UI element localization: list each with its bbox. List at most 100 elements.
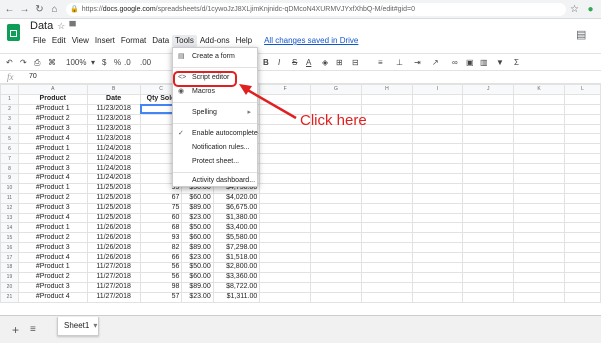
table-cell[interactable]: $3,360.00: [212, 271, 261, 283]
table-cell[interactable]: $60.00: [181, 232, 214, 244]
table-cell[interactable]: [310, 222, 362, 234]
menu-item-activity-dashboard[interactable]: Activity dashboard...: [173, 175, 257, 187]
table-cell[interactable]: [462, 113, 515, 125]
table-cell[interactable]: [563, 182, 601, 194]
sheet-tab[interactable]: Sheet1 ▾: [57, 317, 99, 336]
row-number[interactable]: 3: [0, 113, 19, 125]
table-cell[interactable]: [513, 281, 565, 293]
table-cell[interactable]: [360, 202, 413, 214]
table-cell[interactable]: [513, 262, 565, 273]
table-cell[interactable]: [411, 291, 464, 303]
table-cell[interactable]: 11/23/2018: [86, 133, 141, 145]
table-cell[interactable]: [563, 93, 601, 105]
reload-icon[interactable]: ↻: [33, 3, 46, 16]
text-color-button[interactable]: A: [306, 56, 311, 69]
table-cell[interactable]: [462, 252, 515, 264]
star-doc-icon[interactable]: ☆: [57, 21, 65, 31]
table-cell[interactable]: $23.00: [181, 291, 214, 303]
document-title-text[interactable]: Data: [30, 20, 53, 32]
table-cell[interactable]: 11/27/2018: [86, 262, 141, 273]
table-cell[interactable]: $4,020.00: [212, 192, 261, 204]
decrease-decimal-button[interactable]: .0: [124, 56, 131, 69]
table-cell[interactable]: [360, 212, 413, 224]
row-number[interactable]: 16: [0, 242, 19, 254]
table-cell[interactable]: 11/27/2018: [86, 281, 141, 293]
table-cell[interactable]: 56: [139, 262, 183, 273]
table-cell[interactable]: [513, 103, 565, 115]
table-cell[interactable]: [411, 153, 464, 165]
table-cell[interactable]: [259, 291, 312, 303]
table-cell[interactable]: [259, 173, 312, 184]
table-cell[interactable]: [513, 291, 565, 303]
comment-icon[interactable]: ▤: [576, 28, 586, 41]
table-cell[interactable]: [462, 202, 515, 214]
table-cell[interactable]: [513, 173, 565, 184]
table-cell[interactable]: 11/26/2018: [86, 222, 141, 234]
table-cell[interactable]: [513, 143, 565, 155]
table-cell[interactable]: [462, 262, 515, 273]
table-cell[interactable]: 11/24/2018: [86, 163, 141, 175]
table-cell[interactable]: 11/25/2018: [86, 192, 141, 204]
table-cell[interactable]: [462, 242, 515, 254]
sheets-logo-icon[interactable]: [7, 24, 20, 41]
table-cell[interactable]: [360, 242, 413, 254]
table-cell[interactable]: 68: [139, 222, 183, 234]
table-cell[interactable]: [310, 192, 362, 204]
table-cell[interactable]: [310, 182, 362, 194]
table-cell[interactable]: $8,722.00: [212, 281, 261, 293]
table-cell[interactable]: [360, 133, 413, 145]
table-cell[interactable]: [259, 212, 312, 224]
currency-format-button[interactable]: $: [102, 56, 106, 69]
table-cell[interactable]: [513, 271, 565, 283]
table-cell[interactable]: [259, 262, 312, 273]
table-cell[interactable]: 11/24/2018: [86, 173, 141, 184]
table-cell[interactable]: [462, 103, 515, 115]
table-cell[interactable]: #Product 2: [17, 271, 88, 283]
menu-view[interactable]: View: [69, 35, 92, 47]
table-cell[interactable]: Product: [17, 93, 88, 105]
borders-icon[interactable]: ⊞: [336, 56, 343, 69]
column-header[interactable]: K: [513, 84, 565, 95]
table-cell[interactable]: 93: [139, 232, 183, 244]
menu-data[interactable]: Data: [149, 35, 172, 47]
table-cell[interactable]: [360, 222, 413, 234]
table-cell[interactable]: [259, 93, 312, 105]
table-cell[interactable]: [513, 232, 565, 244]
table-cell[interactable]: $89.00: [181, 281, 214, 293]
select-all-corner[interactable]: [0, 84, 19, 95]
table-cell[interactable]: [411, 202, 464, 214]
table-cell[interactable]: [411, 133, 464, 145]
table-cell[interactable]: [360, 123, 413, 135]
back-icon[interactable]: ←: [3, 3, 16, 16]
table-cell[interactable]: [513, 163, 565, 175]
table-cell[interactable]: [462, 173, 515, 184]
table-cell[interactable]: #Product 2: [17, 113, 88, 125]
table-cell[interactable]: [563, 291, 601, 303]
table-cell[interactable]: $23.00: [181, 212, 214, 224]
column-header[interactable]: L: [563, 84, 601, 95]
table-cell[interactable]: $1,380.00: [212, 212, 261, 224]
table-cell[interactable]: [563, 271, 601, 283]
bold-button[interactable]: B: [263, 56, 269, 69]
table-cell[interactable]: [310, 232, 362, 244]
row-number[interactable]: 2: [0, 103, 19, 115]
table-cell[interactable]: #Product 1: [17, 262, 88, 273]
table-cell[interactable]: 11/23/2018: [86, 113, 141, 125]
table-cell[interactable]: [259, 153, 312, 165]
row-number[interactable]: 6: [0, 143, 19, 155]
table-cell[interactable]: #Product 3: [17, 163, 88, 175]
table-cell[interactable]: [462, 232, 515, 244]
table-cell[interactable]: [563, 192, 601, 204]
merge-cells-icon[interactable]: ⊟: [352, 56, 359, 69]
table-cell[interactable]: [411, 182, 464, 194]
table-cell[interactable]: [411, 143, 464, 155]
table-cell[interactable]: #Product 3: [17, 202, 88, 214]
paint-format-icon[interactable]: ⌘: [48, 56, 56, 69]
table-cell[interactable]: [563, 143, 601, 155]
table-cell[interactable]: #Product 3: [17, 123, 88, 135]
table-cell[interactable]: #Product 4: [17, 212, 88, 224]
redo-icon[interactable]: ↷: [20, 56, 27, 69]
column-header[interactable]: F: [259, 84, 312, 95]
table-cell[interactable]: [310, 252, 362, 264]
table-cell[interactable]: [310, 291, 362, 303]
